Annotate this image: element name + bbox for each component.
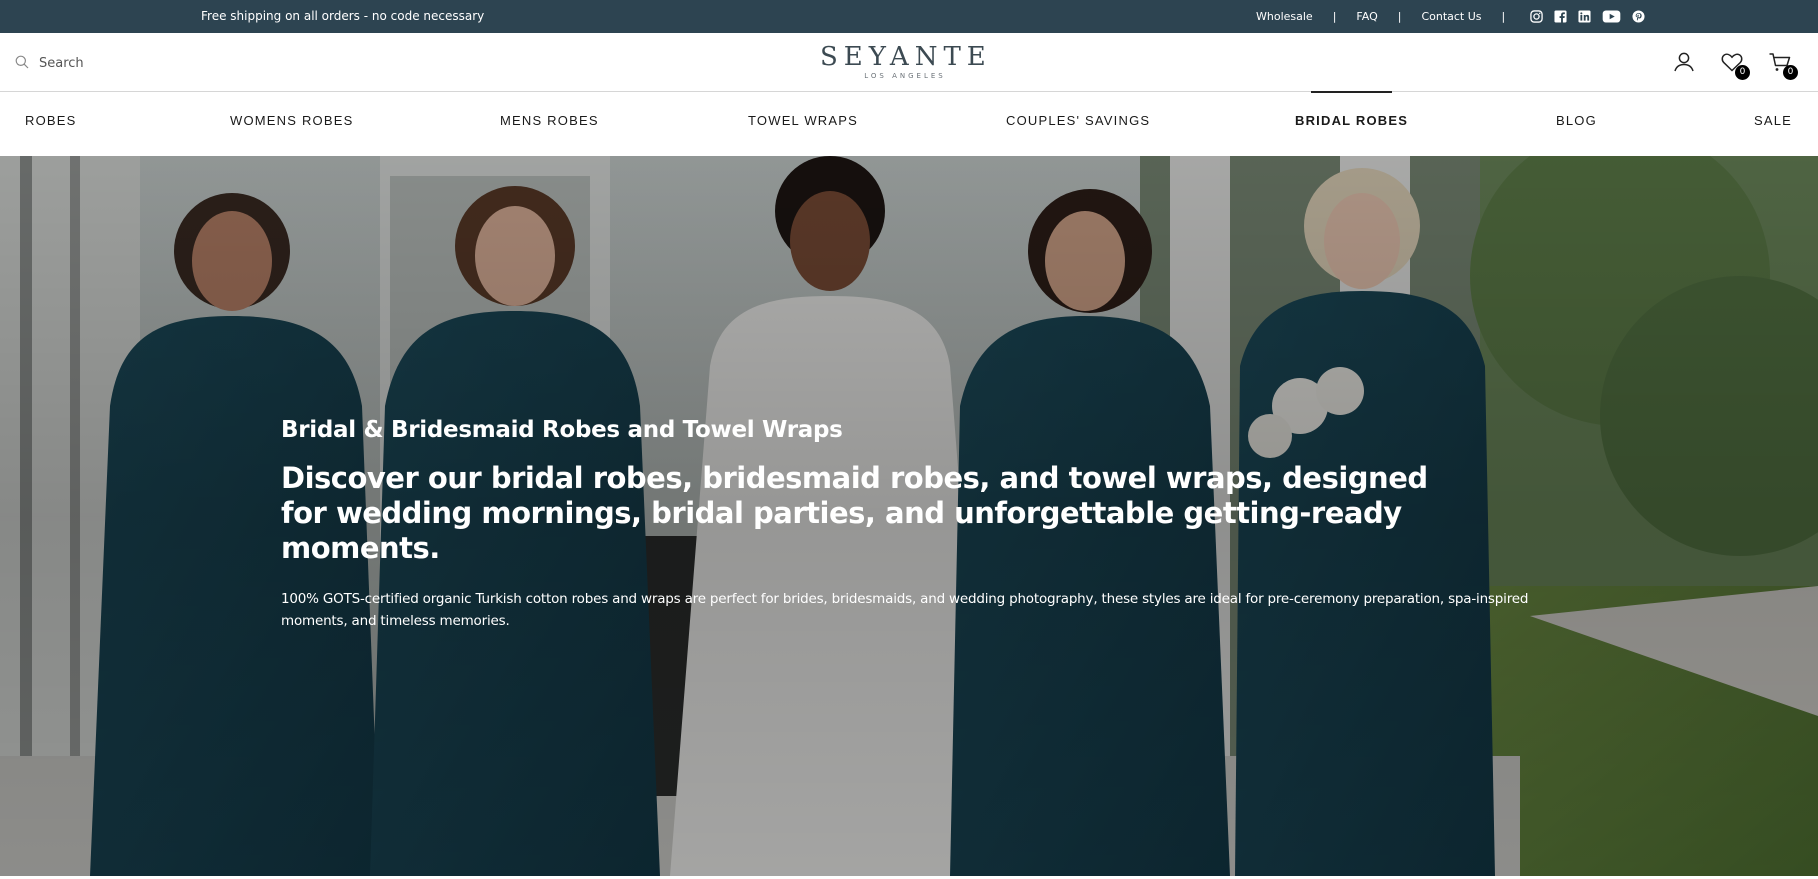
- hero-description: 100% GOTS-certified organic Turkish cott…: [281, 591, 1529, 629]
- social-links: [1529, 10, 1645, 24]
- nav-item-womens-robes[interactable]: WOMENS ROBES: [230, 92, 353, 156]
- search-input[interactable]: [39, 55, 279, 71]
- search-icon: [15, 54, 29, 73]
- linkedin-icon[interactable]: [1577, 10, 1591, 24]
- search-bar[interactable]: [15, 52, 315, 74]
- hero-eyebrow: Bridal & Bridesmaid Robes and Towel Wrap…: [281, 417, 843, 443]
- main-nav: ROBES WOMENS ROBES MENS ROBES TOWEL WRAP…: [0, 91, 1818, 156]
- nav-item-mens-robes[interactable]: MENS ROBES: [500, 92, 599, 156]
- cart-count-badge: 0: [1783, 65, 1798, 80]
- wholesale-link[interactable]: Wholesale: [1256, 10, 1313, 23]
- user-icon[interactable]: [1672, 50, 1696, 74]
- contact-us-link[interactable]: Contact Us: [1421, 10, 1481, 23]
- nav-item-blog[interactable]: BLOG: [1556, 92, 1597, 156]
- link-separator: |: [1332, 10, 1337, 23]
- facebook-icon[interactable]: [1553, 10, 1567, 24]
- wishlist-count-badge: 0: [1735, 65, 1750, 80]
- utility-links: Wholesale | FAQ | Contact Us |: [1256, 0, 1645, 33]
- header-actions: 0 0: [1672, 50, 1798, 80]
- wishlist-button[interactable]: 0: [1720, 50, 1750, 80]
- link-separator: |: [1397, 10, 1402, 23]
- nav-item-bridal-robes[interactable]: BRIDAL ROBES: [1295, 91, 1408, 156]
- logo-tagline: LOS ANGELES: [864, 72, 946, 80]
- nav-item-towel-wraps[interactable]: TOWEL WRAPS: [748, 92, 858, 156]
- logo-wordmark: SEYANTE: [820, 42, 992, 72]
- hero-banner: Bridal & Bridesmaid Robes and Towel Wrap…: [0, 156, 1818, 876]
- site-logo[interactable]: SEYANTE LOS ANGELES: [820, 43, 990, 83]
- nav-item-sale[interactable]: SALE: [1754, 92, 1792, 156]
- cart-button[interactable]: 0: [1768, 50, 1798, 80]
- hero-copy: Bridal & Bridesmaid Robes and Towel Wrap…: [281, 415, 1541, 632]
- nav-item-robes[interactable]: ROBES: [25, 92, 77, 156]
- announcement-bar: Free shipping on all orders - no code ne…: [0, 0, 1818, 33]
- free-shipping-text: Free shipping on all orders - no code ne…: [201, 9, 485, 23]
- link-separator: |: [1501, 10, 1506, 23]
- hero-title: Discover our bridal robes, bridesmaid ro…: [281, 461, 1428, 565]
- instagram-icon[interactable]: [1529, 10, 1543, 24]
- youtube-icon[interactable]: [1601, 10, 1621, 24]
- nav-item-couples-savings[interactable]: COUPLES' SAVINGS: [1006, 92, 1150, 156]
- site-header: SEYANTE LOS ANGELES 0 0: [0, 33, 1818, 92]
- faq-link[interactable]: FAQ: [1356, 10, 1377, 23]
- pinterest-icon[interactable]: [1631, 10, 1645, 24]
